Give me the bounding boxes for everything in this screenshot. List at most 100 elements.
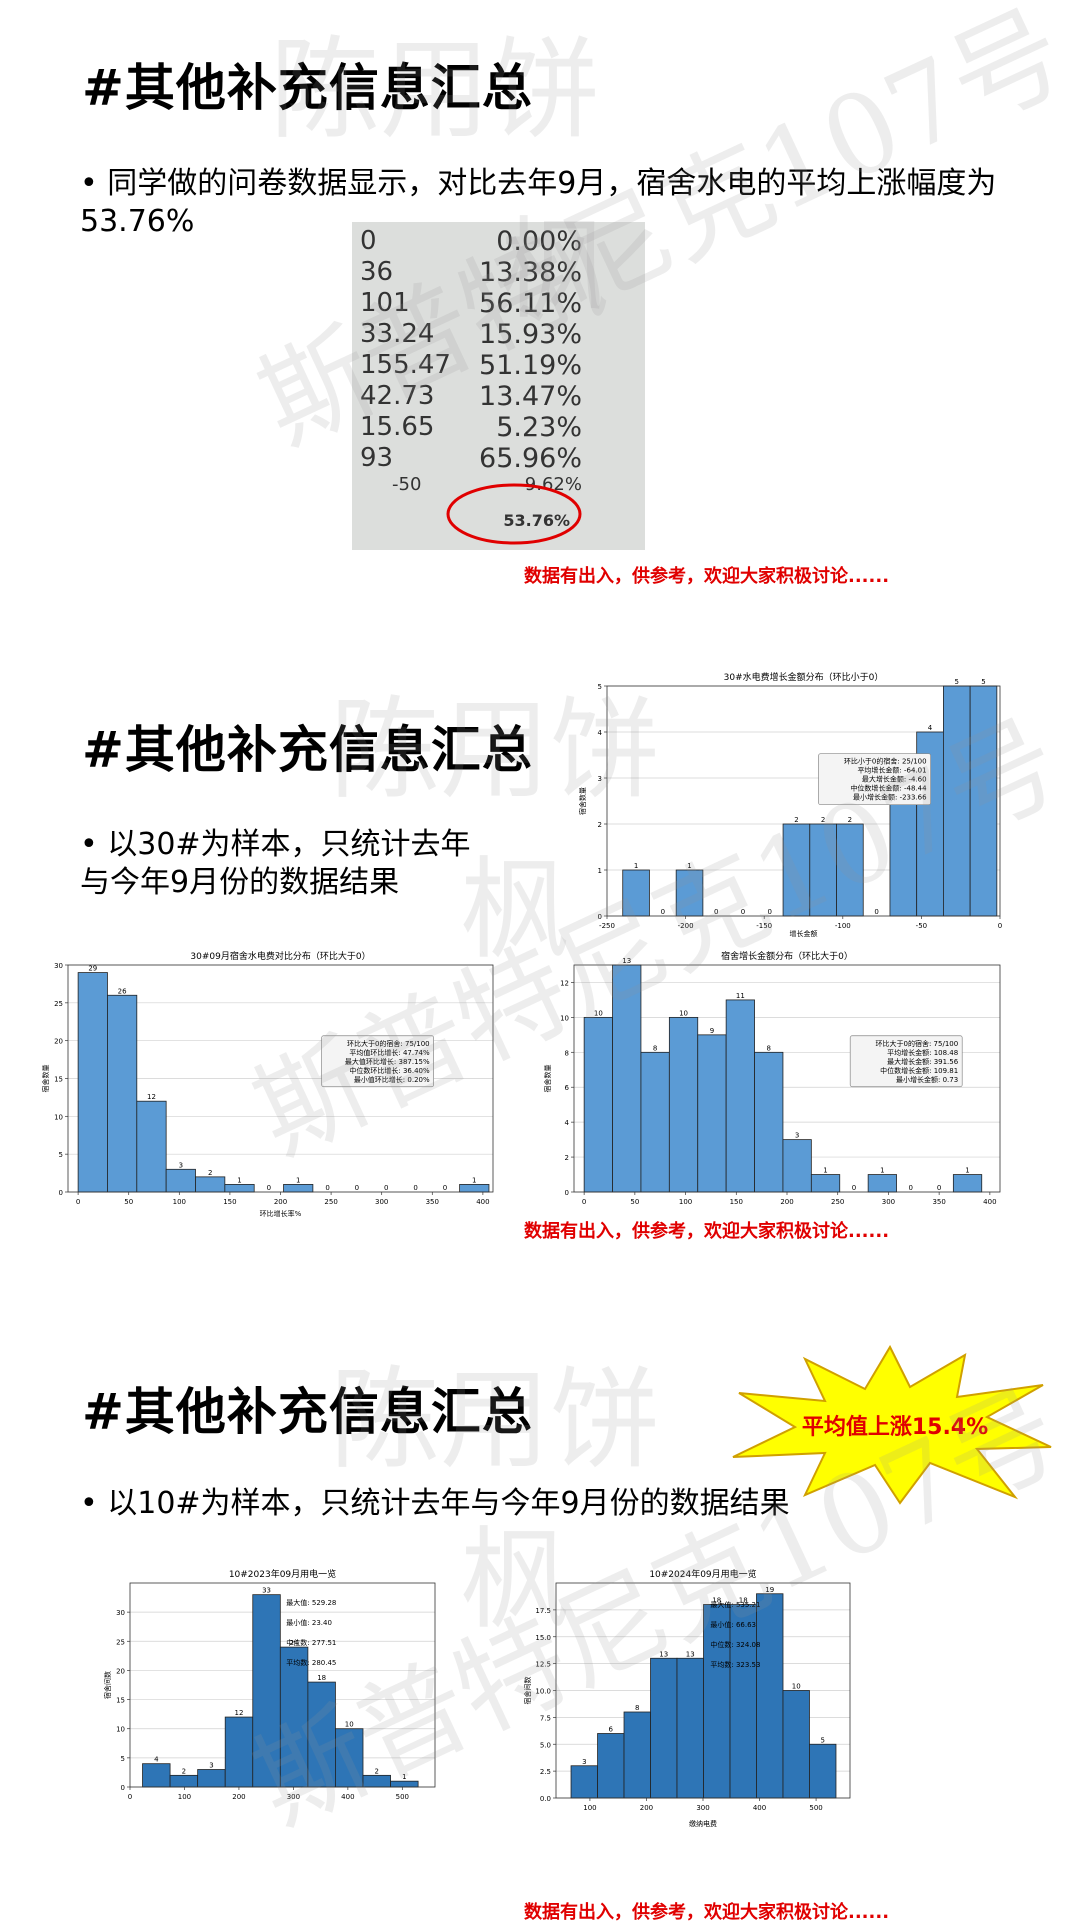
histogram-bar <box>725 999 755 1193</box>
y-axis-label: 宿舍数量 <box>41 1065 50 1093</box>
chart-10-2023-electricity: 10#2023年09月用电一览 4 2 3 12 33 24 18 10 2 1 0 100 200 300… <box>100 1565 445 1815</box>
histogram-bar <box>224 1184 255 1193</box>
bar-value-label: 33 <box>262 1587 271 1595</box>
x-tick-label: 500 <box>396 1793 409 1801</box>
bar-value-label: 4 <box>928 724 933 732</box>
stats-line: 环比大于0的宿舍: 75/100 <box>347 1039 430 1048</box>
stats-line: 最大值环比增长: 387.15% <box>345 1057 430 1066</box>
histogram-bar <box>729 1604 757 1799</box>
bar-value-label: 5 <box>981 678 985 686</box>
y-tick-label: 10.0 <box>535 1688 551 1696</box>
histogram-bar <box>570 1765 598 1799</box>
bar-value-label: 3 <box>209 1762 213 1770</box>
bar-value-label: 12 <box>235 1709 244 1717</box>
histogram-bar <box>650 1657 678 1799</box>
section3-title: #其他补充信息汇总 <box>82 1383 533 1441</box>
x-tick-label: 0 <box>76 1198 80 1206</box>
y-tick-label: 2 <box>565 1154 569 1162</box>
section3-note: 数据有出入，供参考，欢迎大家积极讨论...... <box>524 1902 890 1923</box>
chart-30-growth-amount: 宿舍增长金额分布（环比大于0） 10 13 8 10 9 11 8 3 1 0 1 0 0 1 0 50 100 1… <box>540 945 1010 1220</box>
histogram-bar <box>197 1769 226 1788</box>
bar-value-label: 13 <box>622 957 631 965</box>
x-axis-label: 环比增长率% <box>260 1209 302 1218</box>
stats-line: 平均值环比增长: 47.74% <box>349 1048 430 1057</box>
x-tick-label: 500 <box>809 1804 822 1812</box>
stats-line: 最小值环比增长: 0.20% <box>354 1075 430 1084</box>
chart-svg: 30#水电费增长金额分布（环比小于0） 1 0 1 0 0 0 2 2 2 0 3 4 5 5 -250 -20… <box>578 671 1002 938</box>
histogram-bar <box>107 994 138 1193</box>
histogram-bar <box>307 1681 336 1788</box>
stats-line: 最大值: 535.21 <box>710 1600 760 1609</box>
y-tick-label: 15.0 <box>535 1634 551 1642</box>
x-tick-label: 100 <box>173 1198 186 1206</box>
histogram-bar <box>782 823 811 917</box>
bar-value-label: 1 <box>880 1167 884 1175</box>
bar-value-label: 8 <box>767 1044 771 1052</box>
histogram-bar <box>703 1604 731 1799</box>
section2-title: #其他补充信息汇总 <box>82 721 533 779</box>
y-tick-label: 1 <box>598 867 602 875</box>
bar-value-label: 0 <box>355 1184 359 1192</box>
x-tick-label: 200 <box>232 1793 245 1801</box>
bar-value-label: 0 <box>767 908 771 916</box>
y-tick-label: 5 <box>598 683 602 691</box>
bar-value-label: 0 <box>937 1184 941 1192</box>
bar-value-label: 0 <box>661 908 665 916</box>
stats-line: 中位数增长金额: -48.44 <box>850 784 927 793</box>
x-tick-label: -250 <box>599 922 615 930</box>
x-tick-label: -150 <box>756 922 772 930</box>
stats-line: 平均增长金额: -64.01 <box>857 766 926 775</box>
stats-line: 最小增长金额: 0.73 <box>896 1075 958 1084</box>
bar-value-label: 1 <box>823 1167 827 1175</box>
y-tick-label: 0.0 <box>540 1795 551 1803</box>
y-axis-label: 宿舍间数 <box>523 1677 532 1705</box>
y-tick-label: 15 <box>54 1076 63 1084</box>
histogram-bar <box>809 823 837 917</box>
bar-value-label: 0 <box>325 1184 329 1192</box>
stats-line: 最小值: 66.63 <box>710 1620 756 1629</box>
y-tick-label: 6 <box>565 1084 570 1092</box>
y-tick-label: 20 <box>54 1038 63 1046</box>
bar-value-label: 5 <box>955 678 959 686</box>
bar-value-label: 1 <box>237 1176 241 1184</box>
y-tick-label: 17.5 <box>535 1607 551 1615</box>
red-circle-highlight <box>446 483 582 545</box>
bar-value-label: 1 <box>634 862 638 870</box>
bar-value-label: 0 <box>267 1184 271 1192</box>
stats-line: 最小值: 23.40 <box>286 1618 332 1627</box>
x-tick-label: 100 <box>679 1198 692 1206</box>
average-increase-burst: 平均值上涨15.4% <box>725 1344 1055 1505</box>
x-tick-label: 50 <box>630 1198 639 1206</box>
histogram-bar <box>77 972 108 1193</box>
stats-line: 最小增长金额: -233.66 <box>853 793 927 802</box>
bar-value-label: 0 <box>443 1184 447 1192</box>
section2-bullet-line1: • 以30#为样本，只统计去年 <box>80 827 471 862</box>
section2-bullet: • 以30#为样本，只统计去年 与今年9月份的数据结果 <box>80 826 500 902</box>
bar-value-label: 6 <box>609 1726 614 1734</box>
stats-line: 中位数环比增长: 36.40% <box>349 1066 430 1075</box>
x-tick-label: 350 <box>426 1198 439 1206</box>
bar-value-label: 0 <box>909 1184 913 1192</box>
histogram-bar <box>623 1711 651 1799</box>
x-tick-label: -200 <box>678 922 694 930</box>
x-tick-label: 250 <box>324 1198 337 1206</box>
x-tick-label: 150 <box>730 1198 743 1206</box>
y-tick-label: 15 <box>116 1697 125 1705</box>
histogram-bar <box>810 1174 841 1193</box>
burst-label: 平均值上涨15.4% <box>801 1415 989 1440</box>
y-tick-label: 25 <box>54 1000 63 1008</box>
histogram-bar <box>675 869 704 917</box>
histogram-bar <box>867 1174 897 1193</box>
bar-value-label: 26 <box>118 987 127 995</box>
histogram-bar <box>697 1034 727 1193</box>
y-tick-label: 30 <box>116 1609 125 1617</box>
histogram-bar <box>640 1051 670 1193</box>
y-tick-label: 3 <box>598 775 602 783</box>
chart-title: 10#2024年09月用电一览 <box>649 1568 756 1580</box>
histogram-bar <box>597 1733 625 1799</box>
stats-line: 环比小于0的宿舍: 25/100 <box>844 757 927 766</box>
y-tick-label: 10 <box>116 1726 125 1734</box>
stats-line: 中位数增长金额: 109.81 <box>880 1066 958 1075</box>
x-tick-label: 300 <box>696 1804 709 1812</box>
y-tick-label: 5 <box>121 1755 125 1763</box>
